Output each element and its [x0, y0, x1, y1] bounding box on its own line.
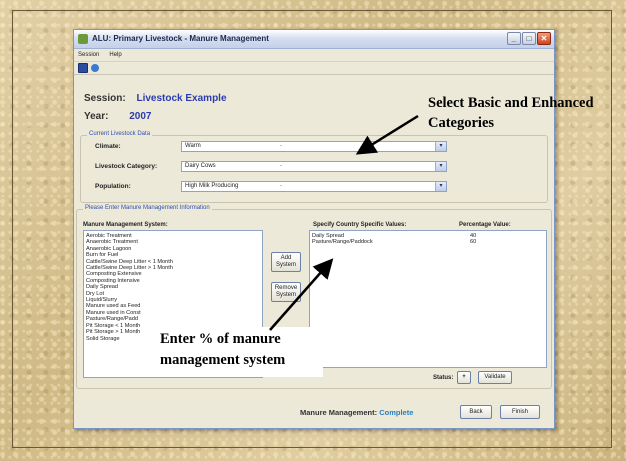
arrow-to-percentages: [269, 258, 334, 331]
arrow-to-categories: [355, 114, 419, 155]
annotation-arrows: [269, 114, 419, 331]
